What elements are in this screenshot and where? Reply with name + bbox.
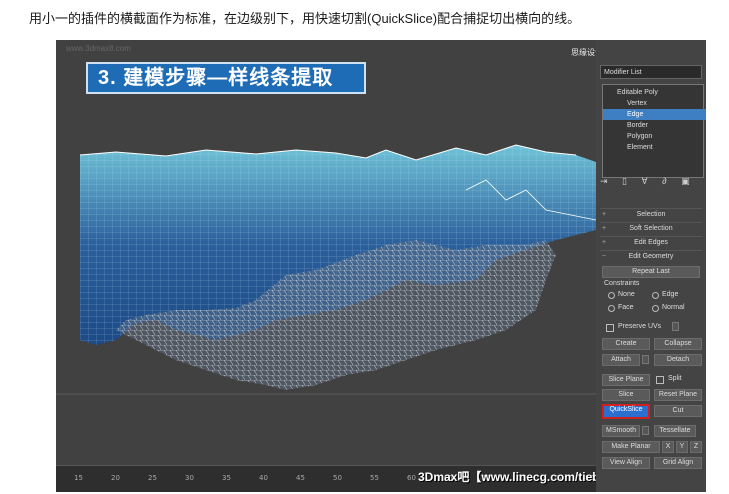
planar-z-button[interactable]: Z — [690, 441, 702, 453]
rollout-soft-selection[interactable]: + Soft Selection — [600, 222, 702, 234]
view-align-button[interactable]: View Align — [602, 457, 650, 469]
slide-title: 3. 建模步骤—样线条提取 — [86, 62, 366, 94]
msmooth-button[interactable]: MSmooth — [602, 425, 640, 437]
detach-button[interactable]: Detach — [654, 354, 702, 366]
rollout-selection[interactable]: + Selection — [600, 208, 702, 220]
stack-item-border[interactable]: Border — [603, 120, 706, 131]
ruler-tick: 55 — [370, 474, 379, 482]
rollout-edit-geometry[interactable]: − Edit Geometry — [600, 250, 702, 262]
ruler-tick: 30 — [185, 474, 194, 482]
stack-item-polygon[interactable]: Polygon — [603, 131, 706, 142]
tessellate-button[interactable]: Tessellate — [654, 425, 696, 437]
ruler-tick: 60 — [407, 474, 416, 482]
stack-toolbar-icons[interactable]: ⇥ ▯ ∀ ∂ ▣ — [600, 176, 702, 190]
attach-button[interactable]: Attach — [602, 354, 640, 366]
planar-y-button[interactable]: Y — [676, 441, 688, 453]
3dsmax-screenshot: www.3dmax8.com 3. 建模步骤—样线条提取 思缘设计论坛 15 2… — [56, 40, 706, 492]
ruler-tick: 20 — [111, 474, 120, 482]
ruler-tick: 45 — [296, 474, 305, 482]
planar-x-button[interactable]: X — [662, 441, 674, 453]
preserve-uvs-checkbox[interactable] — [606, 324, 614, 332]
stack-item-vertex[interactable]: Vertex — [603, 98, 706, 109]
grid-align-button[interactable]: Grid Align — [654, 457, 702, 469]
command-panel: Modifier List Editable Poly Vertex Edge … — [596, 40, 706, 492]
modifier-stack: Editable Poly Vertex Edge Border Polygon… — [602, 84, 706, 178]
slice-plane-button[interactable]: Slice Plane — [602, 374, 650, 386]
create-button[interactable]: Create — [602, 338, 650, 350]
split-checkbox[interactable] — [656, 376, 664, 384]
cut-button[interactable]: Cut — [654, 405, 702, 417]
preserve-uvs-settings-icon[interactable] — [672, 322, 679, 331]
radio-face-label: Face — [618, 304, 634, 311]
rollout-edit-edges[interactable]: + Edit Edges — [600, 236, 702, 248]
radio-normal-label: Normal — [662, 304, 685, 311]
radio-edge-label: Edge — [662, 291, 679, 298]
slice-button[interactable]: Slice — [602, 389, 650, 401]
modifier-list-dropdown[interactable]: Modifier List — [600, 65, 702, 79]
collapse-button[interactable]: Collapse — [654, 338, 702, 350]
stack-item-editable-poly[interactable]: Editable Poly — [603, 87, 706, 98]
ruler-tick: 35 — [222, 474, 231, 482]
constraints-label: Constraints — [604, 280, 640, 287]
ruler-tick: 50 — [333, 474, 342, 482]
radio-face[interactable] — [608, 305, 615, 312]
msmooth-settings-icon[interactable] — [642, 426, 649, 435]
repeat-last-button[interactable]: Repeat Last — [602, 266, 700, 278]
quickslice-button[interactable]: QuickSlice — [602, 404, 650, 419]
attach-list-icon[interactable] — [642, 355, 649, 364]
reset-plane-button[interactable]: Reset Plane — [654, 389, 702, 401]
radio-none[interactable] — [608, 292, 615, 299]
ruler-tick: 25 — [148, 474, 157, 482]
ruler-tick: 40 — [259, 474, 268, 482]
radio-normal[interactable] — [652, 305, 659, 312]
radio-none-label: None — [618, 291, 635, 298]
make-planar-button[interactable]: Make Planar — [602, 441, 660, 453]
viewport[interactable]: www.3dmax8.com 3. 建模步骤—样线条提取 思缘设计论坛 — [56, 40, 691, 465]
stack-item-edge[interactable]: Edge — [603, 109, 706, 120]
preserve-uvs-label: Preserve UVs — [618, 323, 662, 330]
stack-item-element[interactable]: Element — [603, 142, 706, 153]
radio-edge[interactable] — [652, 292, 659, 299]
terrain-mesh — [56, 144, 596, 395]
instruction-caption: 用小一的插件的横截面作为标准，在边级别下，用快速切割(QuickSlice)配合… — [29, 11, 581, 26]
split-label: Split — [668, 375, 682, 382]
ruler-tick: 15 — [74, 474, 83, 482]
